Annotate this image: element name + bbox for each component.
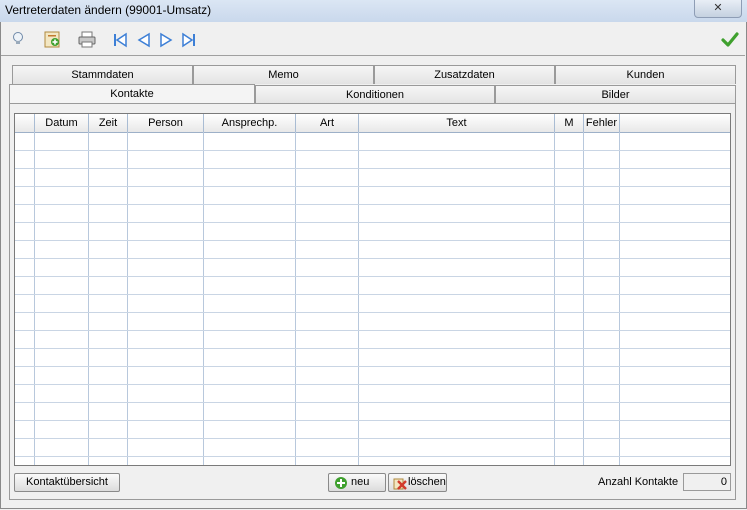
grid-header-filler bbox=[620, 114, 730, 132]
grid-column-line bbox=[127, 132, 128, 465]
grid-row-line bbox=[15, 384, 730, 385]
close-button[interactable]: ✕ bbox=[694, 0, 742, 18]
grid-column-line bbox=[295, 132, 296, 465]
first-record-icon bbox=[114, 32, 127, 48]
tab-row-front: Kontakte Konditionen Bilder bbox=[9, 84, 736, 104]
delete-contact-button[interactable]: löschen bbox=[388, 473, 447, 492]
grid-column-line bbox=[619, 132, 620, 465]
grid-header-person[interactable]: Person bbox=[128, 114, 204, 132]
tab-row-back: Stammdaten Memo Zusatzdaten Kunden bbox=[12, 65, 736, 84]
title-bar: Vertreterdaten ändern (99001-Umsatz) ✕ bbox=[0, 0, 747, 23]
confirm-button[interactable] bbox=[718, 28, 740, 50]
tab-zusatzdaten[interactable]: Zusatzdaten bbox=[374, 65, 555, 84]
grid-header-zeit[interactable]: Zeit bbox=[89, 114, 128, 132]
lightbulb-icon bbox=[13, 32, 23, 44]
grid-column-line bbox=[203, 132, 204, 465]
tab-kunden[interactable]: Kunden bbox=[555, 65, 736, 84]
grid-column-line bbox=[88, 132, 89, 465]
tab-kontakte[interactable]: Kontakte bbox=[9, 84, 255, 104]
next-record-icon bbox=[160, 32, 173, 48]
new-contact-label: neu bbox=[351, 476, 370, 488]
next-record-button[interactable] bbox=[155, 28, 177, 50]
contact-count-value: 0 bbox=[683, 473, 731, 491]
grid-header-art[interactable]: Art bbox=[296, 114, 359, 132]
tab-konditionen[interactable]: Konditionen bbox=[255, 85, 495, 104]
grid-row-line bbox=[15, 186, 730, 187]
add-plus-icon bbox=[335, 477, 347, 489]
delete-x-icon bbox=[393, 478, 407, 490]
grid-header-datum[interactable]: Datum bbox=[35, 114, 89, 132]
first-record-button[interactable] bbox=[109, 28, 131, 50]
print-button[interactable] bbox=[75, 28, 97, 50]
tab-bilder[interactable]: Bilder bbox=[495, 85, 736, 104]
print-icon bbox=[78, 31, 96, 48]
kontaktuebersicht-button[interactable]: Kontaktübersicht bbox=[14, 473, 120, 492]
prev-record-icon bbox=[137, 32, 150, 48]
grid-header: Datum Zeit Person Ansprechp. Art Text M … bbox=[15, 114, 730, 133]
grid-header-fehler[interactable]: Fehler bbox=[584, 114, 620, 132]
grid-header-indicator bbox=[15, 114, 35, 132]
lightbulb-button[interactable] bbox=[7, 28, 29, 50]
contacts-grid[interactable]: Datum Zeit Person Ansprechp. Art Text M … bbox=[14, 113, 731, 466]
grid-row-line bbox=[15, 204, 730, 205]
grid-row-line bbox=[15, 258, 730, 259]
delete-contact-label: löschen bbox=[408, 476, 446, 488]
grid-row-line bbox=[15, 438, 730, 439]
last-record-button[interactable] bbox=[178, 28, 200, 50]
grid-row-line bbox=[15, 420, 730, 421]
prev-record-button[interactable] bbox=[132, 28, 154, 50]
grid-column-line bbox=[554, 132, 555, 465]
grid-row-line bbox=[15, 456, 730, 457]
tab-memo[interactable]: Memo bbox=[193, 65, 374, 84]
grid-row-line bbox=[15, 240, 730, 241]
grid-column-line bbox=[358, 132, 359, 465]
grid-row-line bbox=[15, 168, 730, 169]
grid-row-line bbox=[15, 402, 730, 403]
grid-header-text[interactable]: Text bbox=[359, 114, 555, 132]
grid-header-ansprechpartner[interactable]: Ansprechp. bbox=[204, 114, 296, 132]
grid-row-line bbox=[15, 348, 730, 349]
close-icon: ✕ bbox=[713, 2, 723, 14]
grid-row-line bbox=[15, 222, 730, 223]
grid-row-line bbox=[15, 150, 730, 151]
last-record-icon bbox=[182, 32, 195, 48]
toolbar bbox=[1, 25, 745, 56]
grid-row-line bbox=[15, 366, 730, 367]
grid-column-line bbox=[583, 132, 584, 465]
new-contact-button[interactable]: neu bbox=[328, 473, 386, 492]
add-record-icon bbox=[44, 31, 60, 48]
window-title: Vertreterdaten ändern (99001-Umsatz) bbox=[5, 3, 212, 17]
contact-count-label: Anzahl Kontakte bbox=[598, 476, 679, 488]
grid-row-line bbox=[15, 330, 730, 331]
grid-column-line bbox=[34, 132, 35, 465]
tab-stammdaten[interactable]: Stammdaten bbox=[12, 65, 193, 84]
add-record-button[interactable] bbox=[41, 28, 63, 50]
grid-row-line bbox=[15, 294, 730, 295]
grid-row-line bbox=[15, 312, 730, 313]
confirm-checkmark-icon bbox=[721, 32, 739, 47]
grid-row-line bbox=[15, 276, 730, 277]
grid-header-m[interactable]: M bbox=[555, 114, 584, 132]
